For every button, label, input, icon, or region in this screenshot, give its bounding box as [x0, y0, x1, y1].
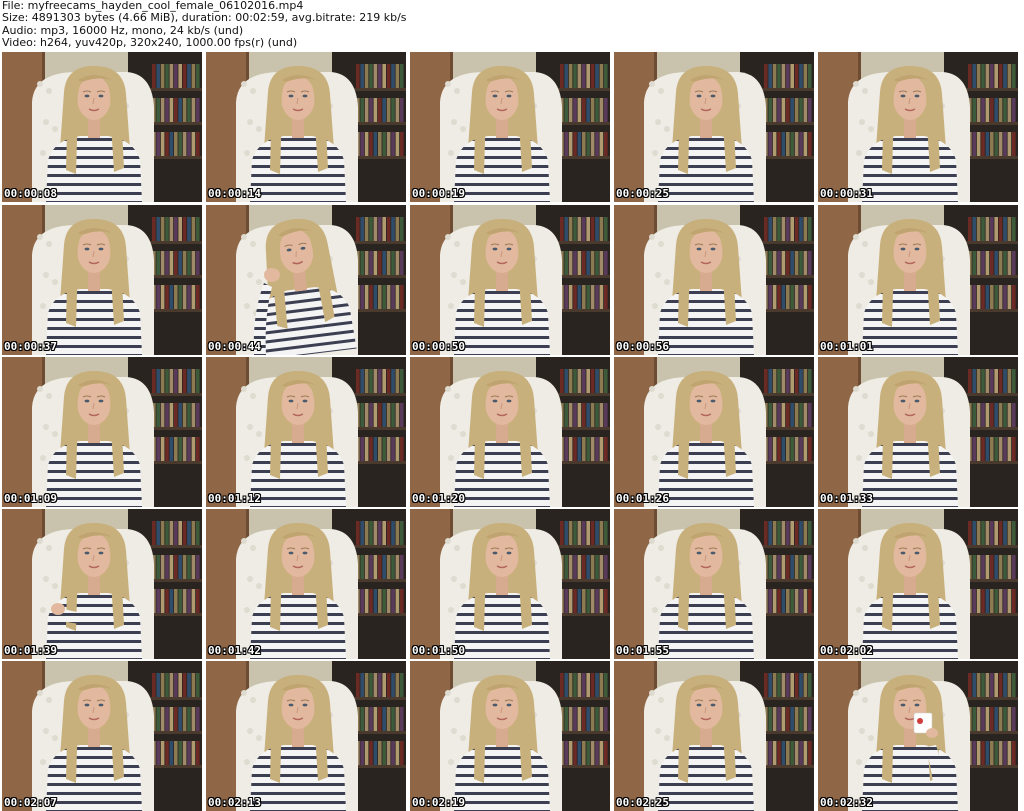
frame-image [2, 357, 202, 507]
frame-image [614, 509, 814, 659]
video-thumbnail: 00:02:13 [206, 661, 406, 811]
frame-image [206, 205, 406, 355]
video-thumbnail: 00:01:55 [614, 509, 814, 659]
frame-image [818, 357, 1018, 507]
video-thumbnail: 00:00:14 [206, 52, 406, 202]
frame-timestamp: 00:00:31 [820, 187, 873, 200]
frame-image [206, 509, 406, 659]
frame-timestamp: 00:01:39 [4, 644, 57, 657]
video-thumbnail: 00:01:33 [818, 357, 1018, 507]
frame-timestamp: 00:00:14 [208, 187, 261, 200]
frame-timestamp: 00:01:33 [820, 492, 873, 505]
frame-image [2, 52, 202, 202]
video-thumbnail: 00:02:07 [2, 661, 202, 811]
video-thumbnail: 00:00:25 [614, 52, 814, 202]
frame-timestamp: 00:00:44 [208, 340, 261, 353]
thumbnail-grid: 00:00:08 00:00:14 00:00:19 00:00:25 00:00:31… [0, 52, 1024, 811]
frame-timestamp: 00:00:25 [616, 187, 669, 200]
video-thumbnail: 00:02:19 [410, 661, 610, 811]
frame-image [410, 357, 610, 507]
frame-timestamp: 00:00:08 [4, 187, 57, 200]
frame-image [410, 509, 610, 659]
frame-timestamp: 00:00:37 [4, 340, 57, 353]
video-thumbnail: 00:00:31 [818, 52, 1018, 202]
frame-timestamp: 00:01:50 [412, 644, 465, 657]
frame-image [818, 661, 1018, 811]
frame-timestamp: 00:01:12 [208, 492, 261, 505]
frame-timestamp: 00:02:19 [412, 796, 465, 809]
frame-image [206, 661, 406, 811]
frame-image [410, 52, 610, 202]
frame-timestamp: 00:02:07 [4, 796, 57, 809]
frame-image [614, 661, 814, 811]
frame-timestamp: 00:01:42 [208, 644, 261, 657]
frame-timestamp: 00:01:55 [616, 644, 669, 657]
frame-timestamp: 00:01:26 [616, 492, 669, 505]
file-size-line: Size: 4891303 bytes (4.66 MiB), duration… [2, 12, 407, 25]
video-thumbnail: 00:02:25 [614, 661, 814, 811]
video-thumbnail: 00:01:42 [206, 509, 406, 659]
video-thumbnail: 00:01:26 [614, 357, 814, 507]
video-thumbnail: 00:00:50 [410, 205, 610, 355]
frame-image [614, 205, 814, 355]
frame-timestamp: 00:01:20 [412, 492, 465, 505]
frame-image [2, 509, 202, 659]
frame-timestamp: 00:02:13 [208, 796, 261, 809]
video-thumbnail: 00:00:56 [614, 205, 814, 355]
frame-image [614, 52, 814, 202]
frame-timestamp: 00:01:01 [820, 340, 873, 353]
video-thumbnail: 00:00:44 [206, 205, 406, 355]
frame-timestamp: 00:02:02 [820, 644, 873, 657]
audio-info-line: Audio: mp3, 16000 Hz, mono, 24 kb/s (und… [2, 24, 244, 37]
frame-image [206, 52, 406, 202]
video-thumbnail: 00:01:12 [206, 357, 406, 507]
video-thumbnail: 00:00:19 [410, 52, 610, 202]
video-info-line: Video: h264, yuv420p, 320x240, 1000.00 f… [2, 37, 298, 50]
video-thumbnail: 00:01:01 [818, 205, 1018, 355]
frame-timestamp: 00:00:50 [412, 340, 465, 353]
frame-image [2, 661, 202, 811]
frame-image [410, 205, 610, 355]
video-thumbnail: 00:00:37 [2, 205, 202, 355]
frame-image [818, 205, 1018, 355]
video-thumbnail: 00:02:02 [818, 509, 1018, 659]
frame-image [818, 509, 1018, 659]
frame-timestamp: 00:02:32 [820, 796, 873, 809]
frame-timestamp: 00:00:19 [412, 187, 465, 200]
video-thumbnail: 00:01:09 [2, 357, 202, 507]
file-name-line: File: myfreecams_hayden_cool_female_0610… [2, 0, 304, 12]
frame-image [614, 357, 814, 507]
video-thumbnail: 00:00:08 [2, 52, 202, 202]
frame-image [206, 357, 406, 507]
video-thumbnail: 00:01:20 [410, 357, 610, 507]
video-thumbnail: 00:02:32 [818, 661, 1018, 811]
frame-image [818, 52, 1018, 202]
video-thumbnail: 00:01:39 [2, 509, 202, 659]
file-info-header: File: myfreecams_hayden_cool_female_0610… [2, 0, 1022, 50]
frame-image [410, 661, 610, 811]
frame-timestamp: 00:02:25 [616, 796, 669, 809]
video-thumbnail: 00:01:50 [410, 509, 610, 659]
frame-timestamp: 00:00:56 [616, 340, 669, 353]
frame-image [2, 205, 202, 355]
frame-timestamp: 00:01:09 [4, 492, 57, 505]
